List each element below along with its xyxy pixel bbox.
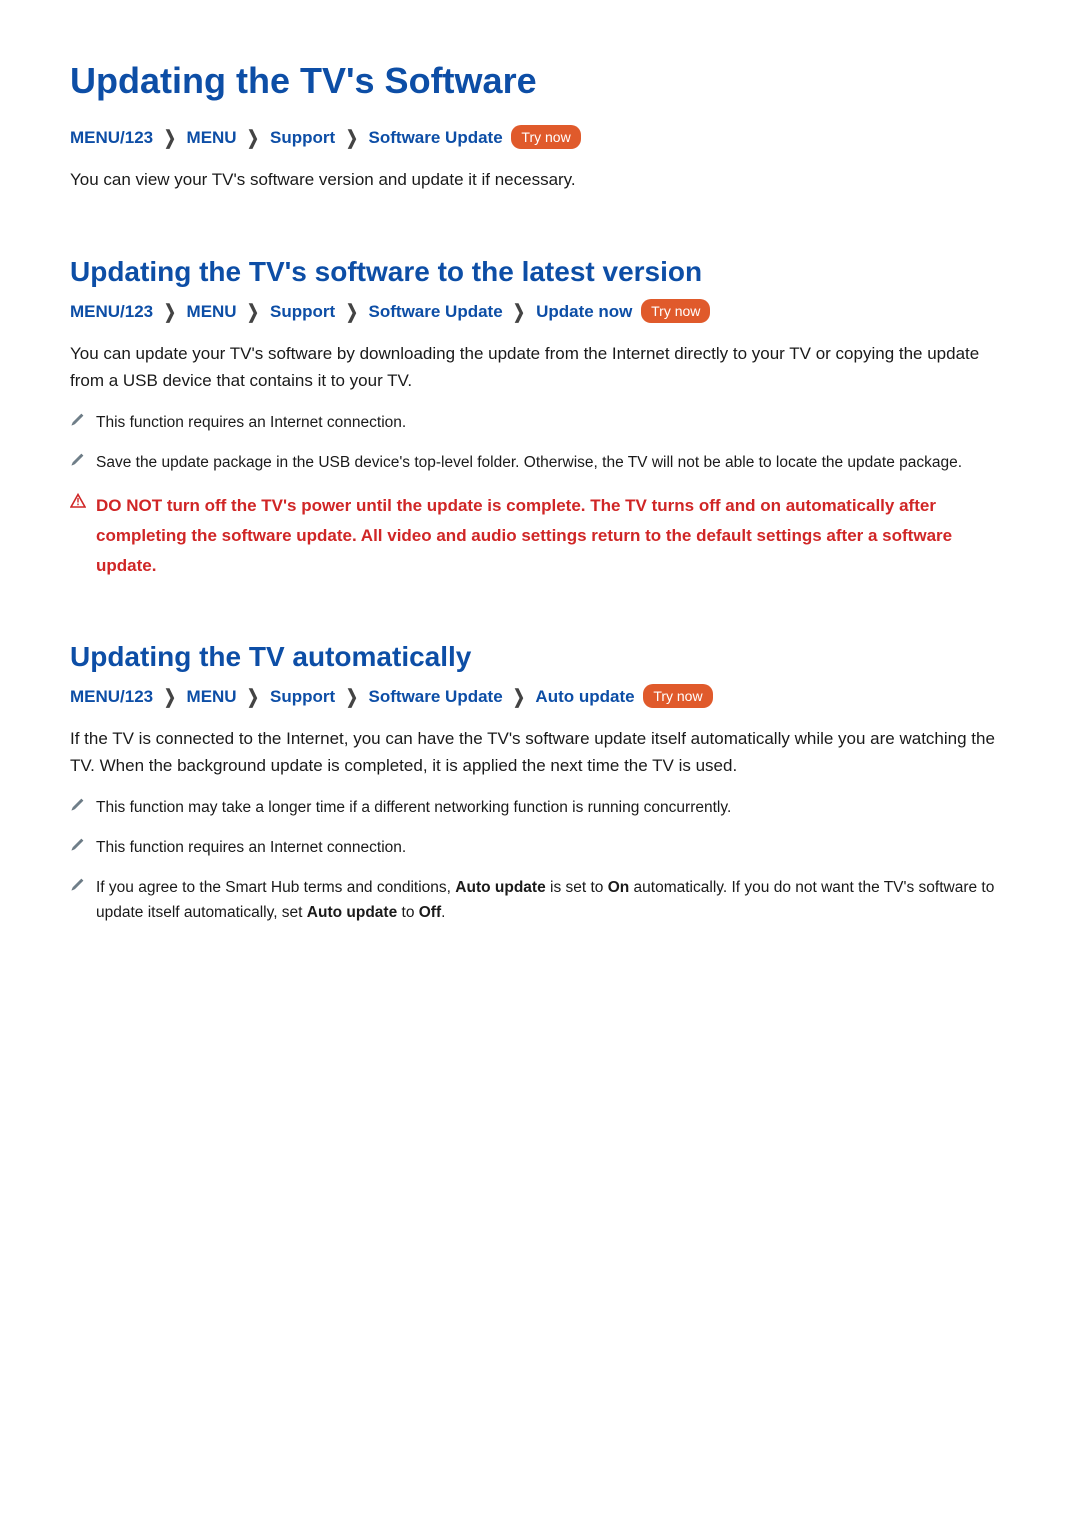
- pencil-icon: [70, 453, 96, 472]
- breadcrumb-item[interactable]: MENU: [187, 128, 237, 147]
- breadcrumb-auto-update: MENU/123 ❯ MENU ❯ Support ❯ Software Upd…: [70, 683, 1010, 713]
- breadcrumb-item[interactable]: Support: [270, 302, 335, 321]
- warning-text: DO NOT turn off the TV's power until the…: [96, 491, 1010, 580]
- pencil-icon: [70, 413, 96, 432]
- note-text-bold: Off: [419, 904, 441, 921]
- try-now-button[interactable]: Try now: [643, 684, 712, 708]
- section1-paragraph: You can update your TV's software by dow…: [70, 340, 1010, 394]
- note-text-bold: On: [608, 879, 630, 896]
- intro-paragraph: You can view your TV's software version …: [70, 166, 1010, 193]
- breadcrumb-item[interactable]: Auto update: [535, 687, 634, 706]
- note-text: This function requires an Internet conne…: [96, 410, 1010, 436]
- breadcrumb-item[interactable]: MENU: [187, 687, 237, 706]
- pencil-icon: [70, 838, 96, 857]
- breadcrumb-top: MENU/123 ❯ MENU ❯ Support ❯ Software Upd…: [70, 124, 1010, 154]
- chevron-right-icon: ❯: [247, 124, 259, 154]
- note-item: This function may take a longer time if …: [70, 795, 1010, 821]
- note-text-bold: Auto update: [455, 879, 545, 896]
- breadcrumb-item[interactable]: MENU/123: [70, 302, 153, 321]
- note-text-bold: Auto update: [307, 904, 397, 921]
- note-item: Save the update package in the USB devic…: [70, 450, 1010, 476]
- warning-triangle-icon: [70, 493, 96, 514]
- note-text: If you agree to the Smart Hub terms and …: [96, 875, 1010, 926]
- note-text-fragment: .: [441, 904, 445, 921]
- breadcrumb-item[interactable]: Software Update: [369, 687, 503, 706]
- chevron-right-icon: ❯: [346, 298, 358, 328]
- note-item: This function requires an Internet conne…: [70, 410, 1010, 436]
- breadcrumb-item[interactable]: Software Update: [369, 302, 503, 321]
- chevron-right-icon: ❯: [346, 124, 358, 154]
- breadcrumb-item[interactable]: MENU: [187, 302, 237, 321]
- note-text: This function requires an Internet conne…: [96, 835, 1010, 861]
- pencil-icon: [70, 878, 96, 897]
- section-heading-update-now: Updating the TV's software to the latest…: [70, 256, 1010, 288]
- section-heading-auto-update: Updating the TV automatically: [70, 641, 1010, 673]
- chevron-right-icon: ❯: [513, 683, 525, 713]
- chevron-right-icon: ❯: [164, 683, 176, 713]
- chevron-right-icon: ❯: [513, 298, 525, 328]
- chevron-right-icon: ❯: [247, 683, 259, 713]
- note-text-fragment: If you agree to the Smart Hub terms and …: [96, 879, 455, 896]
- breadcrumb-item[interactable]: Software Update: [369, 128, 503, 147]
- chevron-right-icon: ❯: [247, 298, 259, 328]
- note-text: This function may take a longer time if …: [96, 795, 1010, 821]
- try-now-button[interactable]: Try now: [641, 299, 710, 323]
- try-now-button[interactable]: Try now: [511, 125, 580, 149]
- page: Updating the TV's Software MENU/123 ❯ ME…: [0, 0, 1080, 1000]
- chevron-right-icon: ❯: [346, 683, 358, 713]
- pencil-icon: [70, 798, 96, 817]
- breadcrumb-item[interactable]: Support: [270, 687, 335, 706]
- note-text: Save the update package in the USB devic…: [96, 450, 1010, 476]
- breadcrumb-update-now: MENU/123 ❯ MENU ❯ Support ❯ Software Upd…: [70, 298, 1010, 328]
- note-item: This function requires an Internet conne…: [70, 835, 1010, 861]
- note-item: If you agree to the Smart Hub terms and …: [70, 875, 1010, 926]
- chevron-right-icon: ❯: [164, 124, 176, 154]
- breadcrumb-item[interactable]: Update now: [536, 302, 632, 321]
- note-text-fragment: to: [397, 904, 419, 921]
- chevron-right-icon: ❯: [164, 298, 176, 328]
- section2-paragraph: If the TV is connected to the Internet, …: [70, 725, 1010, 779]
- warning-block: DO NOT turn off the TV's power until the…: [70, 491, 1010, 580]
- breadcrumb-item[interactable]: MENU/123: [70, 128, 153, 147]
- breadcrumb-item[interactable]: Support: [270, 128, 335, 147]
- breadcrumb-item[interactable]: MENU/123: [70, 687, 153, 706]
- note-text-fragment: is set to: [546, 879, 608, 896]
- page-title: Updating the TV's Software: [70, 60, 1010, 102]
